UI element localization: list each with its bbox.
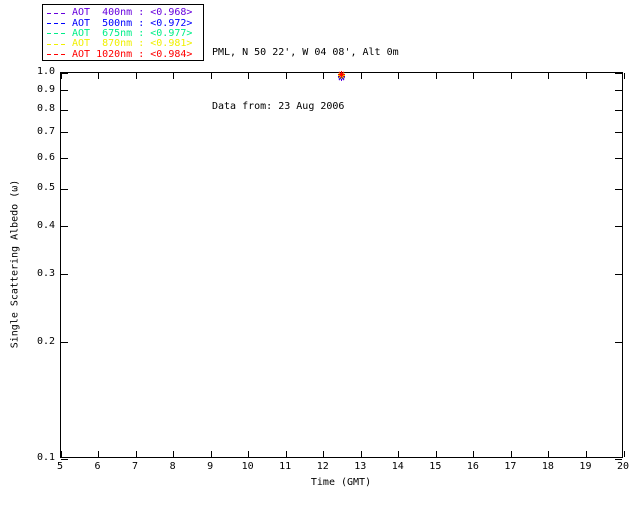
x-tick xyxy=(548,451,550,457)
x-tick-label: 12 xyxy=(316,461,329,472)
x-tick-label: 17 xyxy=(504,461,517,472)
x-tick-top xyxy=(173,73,175,79)
x-tick xyxy=(135,451,137,457)
legend-item-label: AOT 1020nm : <0.984> xyxy=(72,48,193,60)
x-tick-top xyxy=(510,73,512,79)
y-tick-right xyxy=(615,90,622,92)
x-tick-label: 13 xyxy=(354,461,367,472)
y-tick-right xyxy=(615,72,622,74)
y-tick-label: 0.2 xyxy=(36,335,55,347)
x-tick-label: 11 xyxy=(279,461,292,472)
legend-item-label: AOT 400nm : <0.968> xyxy=(72,7,193,19)
y-tick xyxy=(61,72,68,74)
y-tick-label: 0.4 xyxy=(36,219,55,231)
legend-line-sample xyxy=(47,12,67,14)
y-tick-right xyxy=(615,458,622,460)
legend-line-sample xyxy=(47,23,67,25)
x-tick-top xyxy=(60,73,62,79)
x-tick xyxy=(473,451,475,457)
x-tick-top xyxy=(548,73,550,79)
plot-area xyxy=(60,72,625,460)
x-tick-top xyxy=(473,73,475,79)
x-tick-top xyxy=(398,73,400,79)
y-tick-label: 0.8 xyxy=(36,103,55,115)
y-tick xyxy=(61,132,68,134)
x-tick-top xyxy=(323,73,325,79)
x-tick xyxy=(510,451,512,457)
y-tick-right xyxy=(615,132,622,134)
x-tick-top xyxy=(285,73,287,79)
x-tick-top xyxy=(435,73,437,79)
x-tick-label: 18 xyxy=(541,461,554,472)
y-tick-right xyxy=(615,158,622,160)
x-tick xyxy=(623,451,625,457)
x-tick-label: 15 xyxy=(429,461,442,472)
y-tick-right xyxy=(615,226,622,228)
legend-item: AOT 1020nm : <0.984> xyxy=(47,48,203,60)
y-tick-label: 0.3 xyxy=(36,267,55,279)
y-tick-label: 0.1 xyxy=(36,452,55,463)
y-tick-right xyxy=(615,342,622,344)
legend-item-label: AOT 870nm : <0.981> xyxy=(72,38,193,50)
y-tick-label: 0.7 xyxy=(36,125,55,137)
y-tick-label: 0.5 xyxy=(36,182,55,194)
y-tick-label: 0.6 xyxy=(36,151,55,163)
legend-item: AOT 400nm : <0.968> xyxy=(47,8,203,18)
y-tick xyxy=(61,274,68,276)
x-tick xyxy=(323,451,325,457)
y-tick-label: 0.9 xyxy=(36,83,55,95)
legend-line-sample xyxy=(47,43,67,45)
x-tick xyxy=(60,451,62,457)
x-tick-top xyxy=(135,73,137,79)
x-tick xyxy=(98,451,100,457)
y-tick xyxy=(61,90,68,92)
y-tick xyxy=(61,226,68,228)
y-tick-right xyxy=(615,109,622,111)
x-tick-label: 6 xyxy=(94,461,101,472)
x-tick xyxy=(360,451,362,457)
y-tick xyxy=(61,109,68,111)
x-tick xyxy=(435,451,437,457)
y-tick xyxy=(61,458,68,460)
y-tick-label: 1.0 xyxy=(36,66,55,77)
x-tick xyxy=(285,451,287,457)
location-title: PML, N 50 22', W 04 08', Alt 0m xyxy=(212,47,399,58)
legend: AOT 400nm : <0.968> AOT 500nm : <0.972> AO… xyxy=(42,4,204,61)
x-tick-label: 10 xyxy=(241,461,254,472)
x-tick-label: 8 xyxy=(169,461,176,472)
x-tick-top xyxy=(248,73,250,79)
x-tick-label: 9 xyxy=(207,461,214,472)
y-tick xyxy=(61,342,68,344)
x-tick-top xyxy=(98,73,100,79)
x-tick xyxy=(248,451,250,457)
y-tick xyxy=(61,158,68,160)
x-tick xyxy=(210,451,212,457)
x-tick-label: 7 xyxy=(132,461,139,472)
x-tick-label: 14 xyxy=(391,461,404,472)
x-tick-label: 16 xyxy=(466,461,479,472)
x-tick-top xyxy=(210,73,212,79)
y-tick xyxy=(61,188,68,190)
legend-line-sample xyxy=(47,33,67,35)
legend-line-sample xyxy=(47,54,67,56)
x-axis-label: Time (GMT) xyxy=(310,477,372,488)
y-tick-right xyxy=(615,274,622,276)
y-tick-right xyxy=(615,188,622,190)
x-tick-top xyxy=(585,73,587,79)
x-tick xyxy=(173,451,175,457)
legend-item: AOT 870nm : <0.981> xyxy=(47,39,203,49)
x-tick xyxy=(585,451,587,457)
x-tick-label: 19 xyxy=(579,461,592,472)
x-tick-label: 20 xyxy=(616,461,630,472)
data-point-marker xyxy=(338,71,345,79)
ssa-time-series-figure: AOT 400nm : <0.968> AOT 500nm : <0.972> AO… xyxy=(0,0,640,512)
x-tick-top xyxy=(360,73,362,79)
x-tick-label: 5 xyxy=(56,461,64,472)
y-axis-label: Single Scattering Albedo (ω) xyxy=(9,179,21,349)
x-tick-top xyxy=(623,73,625,79)
x-tick xyxy=(398,451,400,457)
